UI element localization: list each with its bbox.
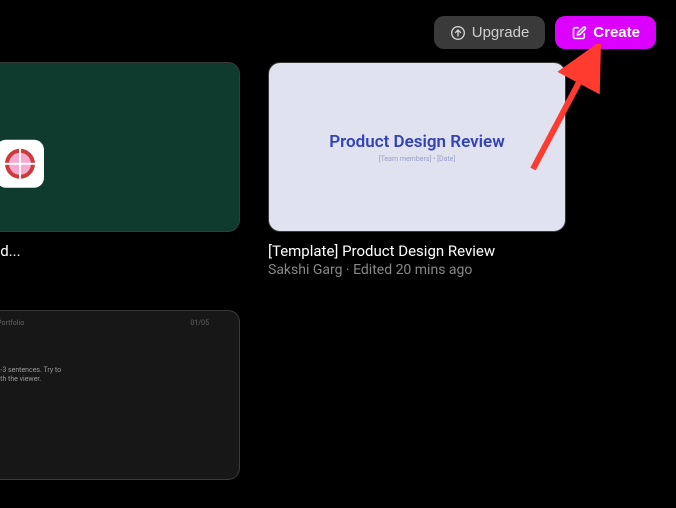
thumb-title: Product Design Review — [329, 132, 505, 152]
card-thumb-standup: ame Standup — [0, 62, 240, 232]
create-button[interactable]: Create — [555, 16, 656, 49]
top-bar: Upgrade Create — [434, 16, 656, 49]
upgrade-label: Upgrade — [472, 24, 530, 41]
card-subtitle: Sakshi Garg · Edited 20 mins ago — [268, 262, 566, 278]
thumb-sub: [Team members] • [Date] — [379, 155, 456, 163]
card-thumb-portfolio: Portfolio 01/05 Hi, I'm [Name] Introduce… — [0, 310, 240, 480]
upgrade-arrow-icon — [450, 25, 466, 41]
circle-cross-icon — [5, 149, 35, 179]
portfolio-twitter: Twitter — [0, 427, 70, 435]
portfolio-phone: (123) 456-7890 — [0, 405, 70, 413]
card-title: [Template] Product Design Review — [268, 242, 566, 260]
card-title: e] Cross-functional Team Stand... — [0, 242, 240, 260]
portfolio-intro: Introduce yourself and your skills in 2-… — [0, 366, 70, 384]
card-standup[interactable]: ame Standup e] Cross-functional Team Sta… — [0, 62, 240, 278]
card-title: e] Design Portfolio — [0, 490, 240, 508]
portfolio-top-center: Portfolio — [0, 319, 24, 327]
card-portfolio[interactable]: Portfolio 01/05 Hi, I'm [Name] Introduce… — [0, 310, 240, 508]
portfolio-contact-hdr: Contact — [0, 394, 70, 402]
portfolio-name: Hi, I'm [Name] — [0, 345, 70, 363]
create-edit-icon — [571, 25, 587, 41]
portfolio-linkedin: LinkedIn — [0, 438, 70, 446]
thumb-title: ame Standup — [0, 79, 223, 99]
portfolio-text-block: Hi, I'm [Name] Introduce yourself and yo… — [0, 345, 70, 471]
portfolio-top-right: 01/05 — [190, 319, 209, 327]
cards-row-1: ame Standup e] Cross-functional Team Sta… — [0, 62, 566, 278]
portfolio-blog: Blog — [0, 449, 70, 457]
card-subtitle: arg · Edited 20 mins ago — [0, 262, 240, 278]
cards-row-2: Portfolio 01/05 Hi, I'm [Name] Introduce… — [0, 310, 240, 508]
card-product-review[interactable]: Product Design Review [Team members] • [… — [268, 62, 566, 278]
portfolio-slide-header: Portfolio 01/05 — [0, 319, 209, 327]
app-tile-icon — [0, 140, 44, 188]
card-thumb-review: Product Design Review [Team members] • [… — [268, 62, 566, 232]
portfolio-email: hello@email.com — [0, 416, 70, 424]
create-label: Create — [593, 24, 640, 41]
upgrade-button[interactable]: Upgrade — [434, 16, 546, 49]
